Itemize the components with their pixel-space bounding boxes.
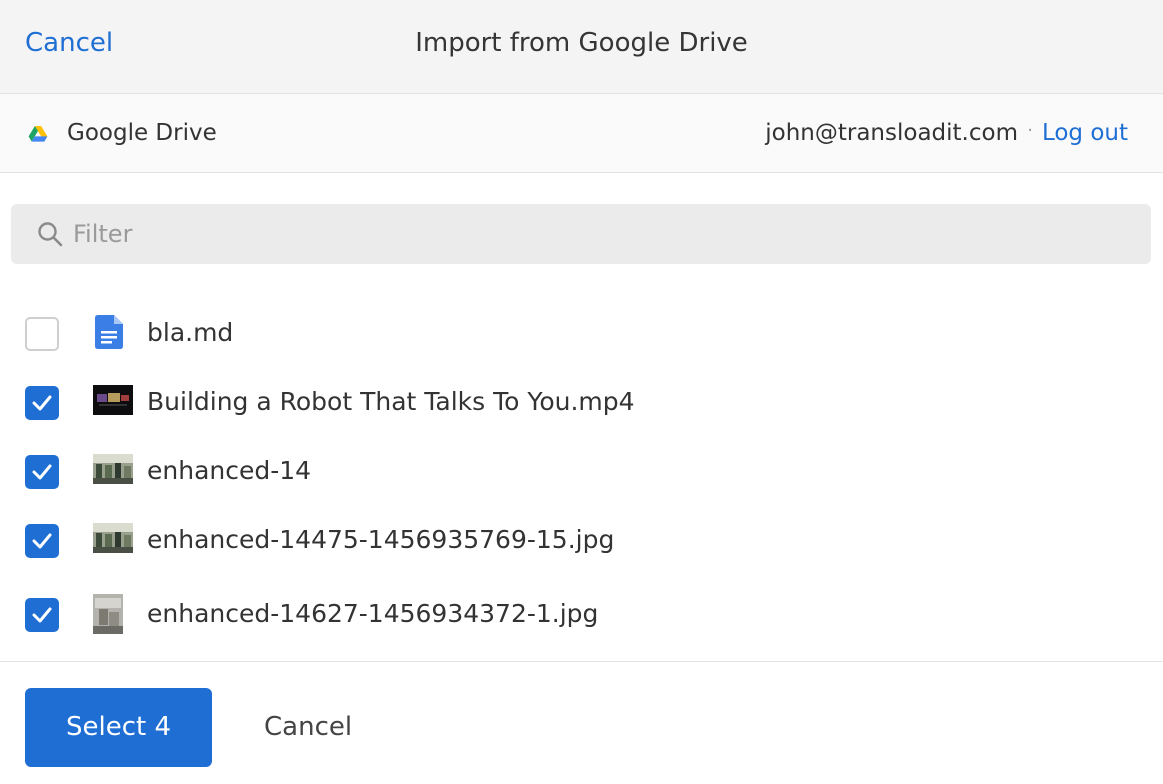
image-thumbnail [93, 523, 133, 553]
file-checkbox[interactable] [25, 524, 59, 558]
footer-cancel-button[interactable]: Cancel [264, 712, 352, 742]
search-icon [38, 222, 63, 247]
checkmark-icon [32, 464, 52, 480]
logout-link[interactable]: Log out [1042, 120, 1128, 146]
video-thumbnail [93, 385, 133, 415]
file-name: enhanced-14475-1456935769-15.jpg [147, 525, 615, 554]
file-row[interactable]: enhanced-14475-1456935769-15.jpg [0, 503, 1163, 572]
select-button[interactable]: Select 4 [25, 688, 212, 767]
filter-box [11, 204, 1151, 264]
filter-input[interactable] [71, 204, 1131, 264]
file-checkbox[interactable] [25, 317, 59, 351]
provider-bar: Google Drive john@transloadit.com · Log … [0, 94, 1163, 173]
file-row[interactable]: bla.md [0, 296, 1163, 365]
file-checkbox[interactable] [25, 598, 59, 632]
top-bar: Cancel Import from Google Drive [0, 0, 1163, 94]
file-list: bla.md Building a Robot That Talks To Yo… [0, 296, 1163, 662]
google-drive-icon [28, 126, 48, 142]
document-icon [95, 315, 123, 349]
separator-dot: · [1027, 120, 1033, 141]
file-name: bla.md [147, 318, 234, 347]
checkmark-icon [32, 533, 52, 549]
file-row[interactable]: enhanced-14627-1456934372-1.jpg [0, 577, 1163, 646]
dialog-title: Import from Google Drive [415, 28, 748, 58]
image-thumbnail [93, 594, 123, 634]
checkmark-icon [32, 395, 52, 411]
footer-bar: Select 4 Cancel [0, 661, 1163, 784]
file-checkbox[interactable] [25, 455, 59, 489]
checkmark-icon [32, 607, 52, 623]
file-name: Building a Robot That Talks To You.mp4 [147, 387, 635, 416]
file-checkbox[interactable] [25, 386, 59, 420]
user-email: john@transloadit.com [765, 120, 1018, 146]
image-thumbnail [93, 454, 133, 484]
provider-name: Google Drive [67, 120, 217, 146]
file-name: enhanced-14 [147, 456, 312, 485]
file-name: enhanced-14627-1456934372-1.jpg [147, 599, 599, 628]
file-row[interactable]: Building a Robot That Talks To You.mp4 [0, 365, 1163, 434]
file-row[interactable]: enhanced-14 [0, 434, 1163, 503]
